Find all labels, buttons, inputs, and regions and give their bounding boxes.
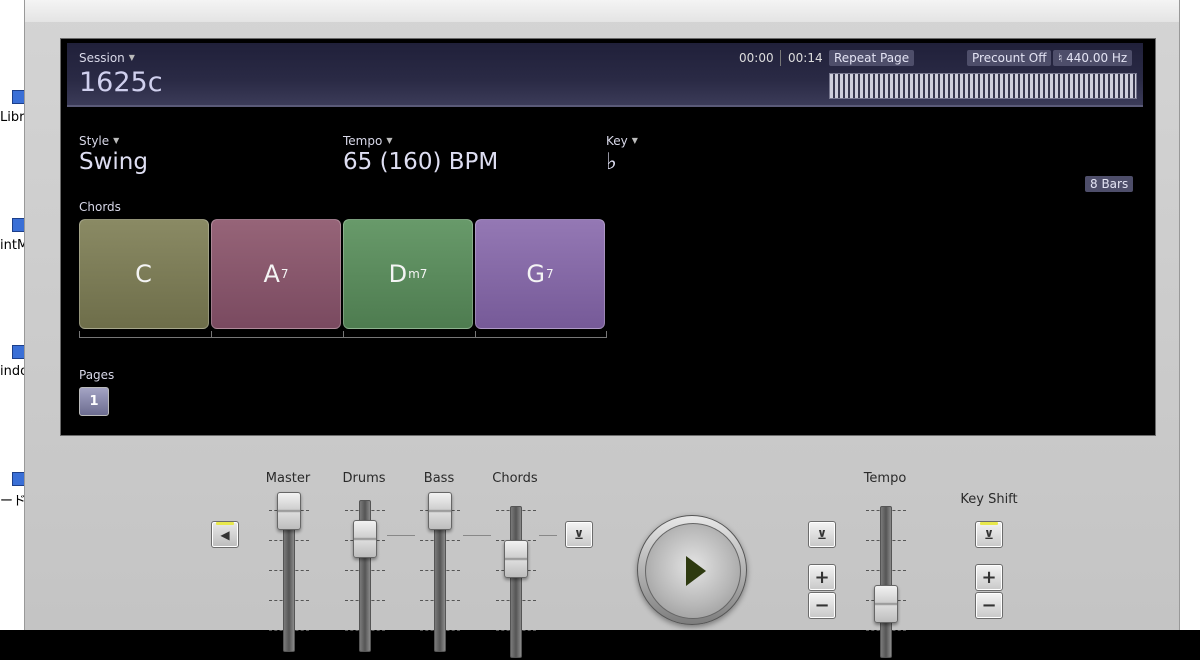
minus-icon: − (981, 595, 997, 616)
precount-button[interactable]: Precount Off (967, 50, 1052, 66)
chord-quality: 7 (280, 267, 289, 281)
mute-led (216, 522, 234, 525)
reset-icon: ⊻ (984, 527, 994, 542)
time-total: 00:14 (788, 51, 823, 65)
tempo-plus-button[interactable]: + (808, 564, 836, 591)
tempo-fader-track (880, 506, 892, 658)
chevron-down-icon: ▼ (128, 53, 135, 62)
minus-icon: − (814, 595, 830, 616)
bass-label: Bass (423, 471, 455, 486)
chord-tile[interactable]: G7 (475, 219, 605, 329)
bars-badge[interactable]: 8 Bars (1085, 176, 1134, 192)
tempo-mixer-label: Tempo (863, 471, 907, 486)
chevron-down-icon: ▼ (113, 136, 120, 145)
divider (780, 50, 781, 66)
tempo-value: 65 (160) BPM (343, 149, 499, 175)
chord-root: D (388, 260, 408, 288)
master-fader[interactable] (277, 492, 301, 530)
repeat-page-button[interactable]: Repeat Page (829, 50, 915, 66)
time-elapsed: 00:00 (739, 51, 774, 65)
chevron-down-icon: ▼ (386, 136, 393, 145)
chords-mixer-label: Chords (492, 471, 538, 486)
mute-button[interactable]: ◀ (211, 521, 239, 548)
desktop-edge (1178, 0, 1200, 630)
key-shift-plus-button[interactable]: + (975, 564, 1003, 591)
chord-root: G (526, 260, 545, 288)
reset-icon: ⊻ (574, 527, 584, 542)
tempo-reset-button[interactable]: ⊻ (808, 521, 836, 548)
play-button[interactable] (637, 515, 747, 625)
master-label: Master (265, 471, 311, 486)
chord-tile[interactable]: A7 (211, 219, 341, 329)
play-icon (686, 556, 706, 586)
app-window: Session ▼ 1625c 00:00 00:14 Repeat Page P… (24, 0, 1180, 658)
pages-label: Pages (79, 368, 115, 382)
piano-keyboard (829, 73, 1137, 99)
plus-icon: + (814, 567, 830, 588)
chord-tile[interactable]: C (79, 219, 209, 329)
window-top-bar (25, 0, 1179, 22)
key-shift-reset-button[interactable]: ⊻ (975, 521, 1003, 548)
chord-quality: m7 (408, 267, 428, 281)
style-label: Style (79, 134, 110, 148)
chord-tile[interactable]: Dm7 (343, 219, 473, 329)
tempo-label: Tempo (343, 134, 383, 148)
plus-icon: + (981, 567, 997, 588)
reset-mixer-button[interactable]: ⊻ (565, 521, 593, 548)
key-shift-label: Key Shift (960, 492, 1018, 507)
chords-label: Chords (79, 200, 121, 214)
chevron-down-icon: ▼ (631, 136, 638, 145)
speaker-icon: ◀ (220, 527, 230, 542)
page-button-1[interactable]: 1 (79, 387, 109, 416)
key-shift-led (980, 522, 998, 525)
session-label: Session (79, 51, 125, 65)
key-value: ♭ (606, 149, 617, 175)
link-line (539, 535, 557, 536)
reset-icon: ⊻ (817, 527, 827, 542)
chord-quality: 7 (545, 267, 554, 281)
play-button-face (645, 523, 741, 619)
chord-root: A (263, 260, 280, 288)
key-dropdown[interactable]: Key ▼ (606, 134, 638, 148)
tuning-button[interactable]: ♮ 440.00 Hz (1053, 50, 1133, 66)
style-dropdown[interactable]: Style ▼ (79, 134, 119, 148)
drums-fader[interactable] (353, 520, 377, 558)
chords-fader-track (510, 506, 522, 658)
display-screen: Session ▼ 1625c 00:00 00:14 Repeat Page P… (60, 38, 1156, 436)
chord-root: C (135, 260, 152, 288)
session-bar: Session ▼ 1625c 00:00 00:14 Repeat Page P… (67, 43, 1143, 107)
key-shift-minus-button[interactable]: − (975, 592, 1003, 619)
session-dropdown[interactable]: Session ▼ (79, 51, 135, 65)
key-label: Key (606, 134, 628, 148)
session-name: 1625c (79, 67, 163, 98)
link-line (387, 535, 415, 536)
chord-timeline (79, 331, 607, 338)
tempo-dropdown[interactable]: Tempo ▼ (343, 134, 392, 148)
drums-label: Drums (342, 471, 386, 486)
tempo-fader[interactable] (874, 585, 898, 623)
chords-fader[interactable] (504, 540, 528, 578)
link-line (463, 535, 491, 536)
tempo-minus-button[interactable]: − (808, 592, 836, 619)
style-value: Swing (79, 149, 148, 175)
bass-fader[interactable] (428, 492, 452, 530)
